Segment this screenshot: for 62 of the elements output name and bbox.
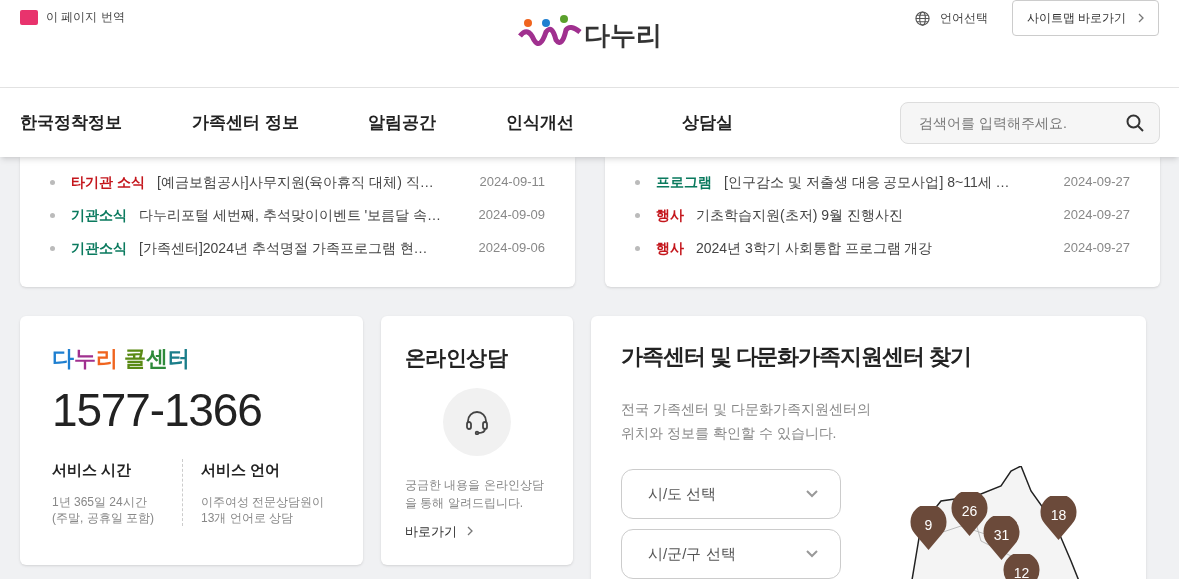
news-date: 2024-09-27 [1063, 206, 1130, 225]
sitemap-button[interactable]: 사이트맵 바로가기 [1011, 0, 1159, 36]
news-date: 2024-09-09 [478, 206, 545, 225]
nav-item[interactable]: 인식개선 [506, 109, 682, 136]
news-category[interactable]: 타기관 소식 [71, 171, 145, 193]
logo-text: 다누리 [583, 22, 662, 50]
news-title[interactable]: [예금보험공사]사무지원(육아휴직 대체) 직… [156, 171, 470, 193]
nav-item[interactable]: 한국정착정보 [20, 109, 192, 136]
news-category[interactable]: 프로그램 [656, 171, 712, 193]
info-text: 이주여성 전문상담원이 [201, 493, 325, 510]
info-label: 서비스 언어 [201, 460, 282, 480]
map-pin[interactable]: 9 [910, 506, 947, 550]
news-title[interactable]: [가족센터]2024년 추석명절 가족프로그램 현… [139, 237, 469, 259]
language-link[interactable]: 언어선택 [939, 9, 988, 27]
news-category[interactable]: 행사 [656, 204, 684, 226]
select-dropdown[interactable]: 시/군/구 선택 [621, 529, 841, 579]
news-date: 2024-09-27 [1063, 173, 1130, 192]
chevron-down-icon [806, 550, 818, 558]
nav-item[interactable]: 알림공간 [368, 109, 506, 136]
bullet-icon [50, 179, 55, 185]
news-title[interactable]: 다누리포털 세번째, 추석맞이이벤트 '보름달 속… [139, 204, 469, 226]
bullet-icon [50, 212, 55, 218]
info-text: (주말, 공휴일 포함) [52, 509, 155, 526]
info-label: 서비스 시간 [52, 460, 133, 480]
info-text: 1년 365일 24시간 [52, 493, 148, 510]
news-title[interactable]: 2024년 3학기 사회통합 프로그램 개강 [696, 237, 1054, 259]
bullet-icon [635, 212, 640, 218]
chevron-down-icon [806, 490, 818, 498]
call-center-title: 다누리 콜센터 [52, 345, 192, 373]
news-category[interactable]: 기관소식 [71, 237, 127, 259]
news-title[interactable]: [인구감소 및 저출생 대응 공모사업] 8~11세 … [724, 171, 1054, 193]
news-category[interactable]: 기관소식 [71, 204, 127, 226]
info-text: 13개 언어로 상담 [201, 509, 294, 526]
chevron-right-icon[interactable] [467, 526, 473, 537]
select-dropdown[interactable]: 시/도 선택 [621, 469, 841, 519]
globe-icon[interactable] [914, 10, 930, 26]
search-field[interactable]: 검색어를 입력해주세요. [900, 101, 1160, 144]
news-date: 2024-09-06 [478, 239, 545, 258]
card-title: 온라인상담 [405, 345, 509, 371]
card-description: 궁금한 내용을 온라인상담을 통해 알려드립니다. [405, 476, 545, 512]
card-description: 위치와 정보를 확인할 수 있습니다. [621, 424, 838, 443]
nav-item[interactable]: 가족센터 정보 [192, 109, 368, 136]
bullet-icon [635, 245, 640, 251]
map-pin[interactable]: 12 [1003, 554, 1040, 579]
news-category[interactable]: 행사 [656, 237, 684, 259]
translate-link[interactable]: 이 페이지 번역 [46, 8, 125, 26]
nav-item[interactable]: 상담실 [682, 109, 849, 136]
phone-number: 1577-1366 [52, 387, 263, 433]
news-date: 2024-09-11 [479, 173, 545, 192]
go-link[interactable]: 바로가기 [405, 521, 457, 541]
bullet-icon [50, 245, 55, 251]
news-title[interactable]: 기초학습지원(초저) 9월 진행사진 [696, 204, 1054, 226]
search-icon[interactable] [1126, 113, 1144, 132]
map-pin[interactable]: 26 [951, 492, 988, 536]
card-description: 전국 가족센터 및 다문화가족지원센터의 [621, 400, 872, 419]
news-date: 2024-09-27 [1063, 239, 1130, 258]
bullet-icon [635, 179, 640, 185]
card-title: 가족센터 및 다문화가족지원센터 찾기 [621, 343, 972, 371]
map-pin[interactable]: 18 [1040, 496, 1077, 540]
chevron-right-icon [1138, 13, 1144, 23]
map-pin[interactable]: 31 [983, 516, 1020, 560]
site-logo[interactable]: 다누리 [517, 0, 662, 50]
